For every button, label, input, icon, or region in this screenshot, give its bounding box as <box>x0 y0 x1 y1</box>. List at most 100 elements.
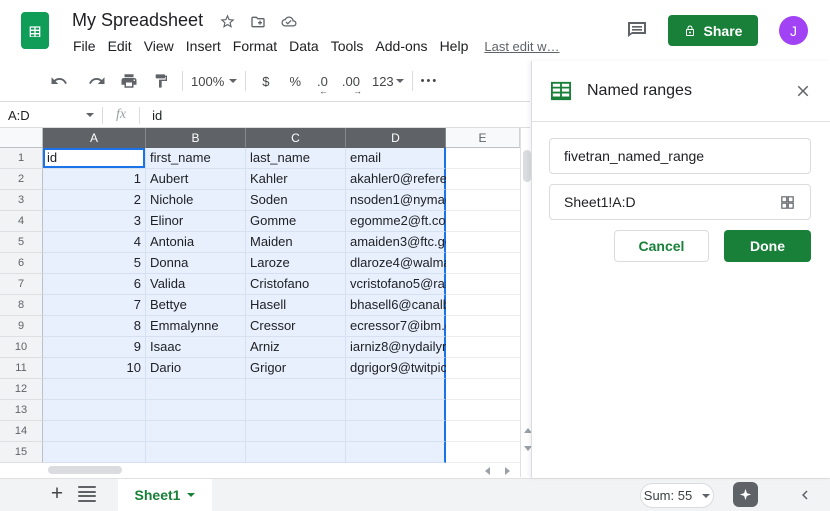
cell-A5[interactable]: 4 <box>43 232 146 253</box>
cell-D4[interactable]: egomme2@ft.com <box>346 211 446 232</box>
row-header-11[interactable]: 11 <box>0 358 43 379</box>
format-percent-button[interactable]: % <box>281 74 309 89</box>
cell-A15[interactable] <box>43 442 146 463</box>
cell-C10[interactable]: Arniz <box>246 337 346 358</box>
cell-E15[interactable] <box>446 442 520 463</box>
cell-D6[interactable]: dlaroze4@walmart.com <box>346 253 446 274</box>
cell-B11[interactable]: Dario <box>146 358 246 379</box>
cell-C4[interactable]: Gomme <box>246 211 346 232</box>
scroll-left-icon[interactable] <box>485 467 490 475</box>
grid-corner[interactable] <box>0 128 43 148</box>
cell-E3[interactable] <box>446 190 520 211</box>
cancel-button[interactable]: Cancel <box>614 230 709 262</box>
cell-A7[interactable]: 6 <box>43 274 146 295</box>
cell-B10[interactable]: Isaac <box>146 337 246 358</box>
share-button[interactable]: Share <box>668 15 758 46</box>
cell-D11[interactable]: dgrigor9@twitpic.com <box>346 358 446 379</box>
row-header-2[interactable]: 2 <box>0 169 43 190</box>
cell-A2[interactable]: 1 <box>43 169 146 190</box>
cell-B9[interactable]: Emmalynne <box>146 316 246 337</box>
cell-E4[interactable] <box>446 211 520 232</box>
col-header-C[interactable]: C <box>246 128 346 148</box>
cell-D15[interactable] <box>346 442 446 463</box>
row-header-15[interactable]: 15 <box>0 442 43 463</box>
menu-item-insert[interactable]: Insert <box>180 36 227 56</box>
col-header-A[interactable]: A <box>43 128 146 148</box>
cell-B15[interactable] <box>146 442 246 463</box>
sheet-tab[interactable]: Sheet1 <box>118 479 212 511</box>
cell-A11[interactable]: 10 <box>43 358 146 379</box>
cloud-status-icon[interactable] <box>280 14 298 29</box>
move-to-folder-icon[interactable] <box>249 14 267 30</box>
menu-item-help[interactable]: Help <box>434 36 475 56</box>
row-header-14[interactable]: 14 <box>0 421 43 442</box>
cell-A4[interactable]: 3 <box>43 211 146 232</box>
cell-C5[interactable]: Maiden <box>246 232 346 253</box>
cell-A13[interactable] <box>43 400 146 421</box>
horizontal-scrollbar-thumb[interactable] <box>48 466 122 474</box>
avatar[interactable]: J <box>779 16 808 45</box>
cell-B12[interactable] <box>146 379 246 400</box>
comment-history-icon[interactable] <box>625 19 649 43</box>
row-header-1[interactable]: 1 <box>0 148 43 169</box>
row-header-6[interactable]: 6 <box>0 253 43 274</box>
cell-E14[interactable] <box>446 421 520 442</box>
row-header-9[interactable]: 9 <box>0 316 43 337</box>
sheets-logo-icon[interactable] <box>21 12 49 49</box>
cell-A1[interactable]: id <box>43 148 146 169</box>
cell-D13[interactable] <box>346 400 446 421</box>
cell-D12[interactable] <box>346 379 446 400</box>
cell-E7[interactable] <box>446 274 520 295</box>
redo-icon[interactable] <box>84 68 110 94</box>
row-header-12[interactable]: 12 <box>0 379 43 400</box>
cell-C9[interactable]: Cressor <box>246 316 346 337</box>
cell-D8[interactable]: bhasell6@canalblog.com <box>346 295 446 316</box>
explore-button[interactable] <box>733 482 758 507</box>
cell-C2[interactable]: Kahler <box>246 169 346 190</box>
menu-item-tools[interactable]: Tools <box>325 36 370 56</box>
cell-C12[interactable] <box>246 379 346 400</box>
cell-B3[interactable]: Nichole <box>146 190 246 211</box>
col-header-E[interactable]: E <box>446 128 520 148</box>
cell-E8[interactable] <box>446 295 520 316</box>
vertical-scrollbar-thumb[interactable] <box>523 150 531 182</box>
cell-E1[interactable] <box>446 148 520 169</box>
increase-decimal-button[interactable]: .00→ <box>342 74 360 89</box>
cell-D14[interactable] <box>346 421 446 442</box>
row-header-8[interactable]: 8 <box>0 295 43 316</box>
format-currency-button[interactable]: $ <box>254 74 277 89</box>
document-title[interactable]: My Spreadsheet <box>72 10 203 31</box>
cell-C11[interactable]: Grigor <box>246 358 346 379</box>
last-edit-link[interactable]: Last edit w… <box>484 39 559 54</box>
formula-input[interactable]: id <box>140 108 162 123</box>
cell-E6[interactable] <box>446 253 520 274</box>
row-header-3[interactable]: 3 <box>0 190 43 211</box>
scroll-right-icon[interactable] <box>505 467 510 475</box>
cell-B6[interactable]: Donna <box>146 253 246 274</box>
cell-C8[interactable]: Hasell <box>246 295 346 316</box>
cell-A10[interactable]: 9 <box>43 337 146 358</box>
cell-C1[interactable]: last_name <box>246 148 346 169</box>
horizontal-scrollbar[interactable] <box>43 463 520 477</box>
cell-B13[interactable] <box>146 400 246 421</box>
print-icon[interactable] <box>116 68 142 94</box>
menu-item-data[interactable]: Data <box>283 36 325 56</box>
row-header-10[interactable]: 10 <box>0 337 43 358</box>
add-sheet-icon[interactable]: + <box>44 481 70 507</box>
cell-B5[interactable]: Antonia <box>146 232 246 253</box>
menu-item-format[interactable]: Format <box>227 36 283 56</box>
cell-C13[interactable] <box>246 400 346 421</box>
menu-item-view[interactable]: View <box>138 36 180 56</box>
range-ref-input[interactable]: Sheet1!A:D <box>549 184 811 220</box>
zoom-select[interactable]: 100% <box>191 74 237 89</box>
cell-E9[interactable] <box>446 316 520 337</box>
col-header-B[interactable]: B <box>146 128 246 148</box>
row-header-5[interactable]: 5 <box>0 232 43 253</box>
done-button[interactable]: Done <box>724 230 811 262</box>
menu-item-file[interactable]: File <box>67 36 102 56</box>
decrease-decimal-button[interactable]: .0← <box>317 74 328 89</box>
cell-E11[interactable] <box>446 358 520 379</box>
cell-A6[interactable]: 5 <box>43 253 146 274</box>
menu-item-edit[interactable]: Edit <box>102 36 138 56</box>
cell-B7[interactable]: Valida <box>146 274 246 295</box>
